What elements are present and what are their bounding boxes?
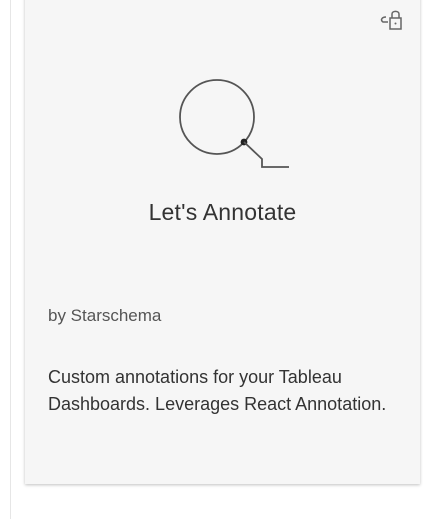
extension-author: by Starschema: [48, 306, 162, 325]
extension-title: Let's Annotate: [148, 199, 297, 225]
extension-description: Custom annotations for your Tableau Dash…: [48, 367, 387, 414]
left-panel-edge: [0, 0, 11, 519]
lock-icon: [377, 8, 407, 30]
annotation-logo-icon: [177, 78, 295, 168]
extension-card[interactable]: Let's Annotate by Starschema Custom anno…: [25, 0, 420, 484]
